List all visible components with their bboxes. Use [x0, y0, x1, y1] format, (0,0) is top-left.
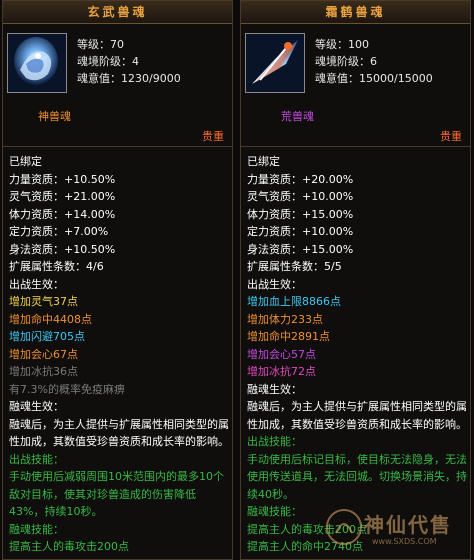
watermark-url: www.SXDS.COM — [372, 537, 437, 546]
attribute-line: 扩展属性条数：5/5 — [247, 260, 342, 273]
attribute-line: 融魂后，为主人提供与扩展属性相同类型的属性加成，其数值受珍兽资质和成长率的影响。 — [247, 400, 467, 431]
attribute-line: 力量资质：+10.50% — [9, 172, 116, 186]
item-realm: 魂境阶级：4 — [77, 55, 139, 68]
attribute-line: 身法资质：+10.50% — [9, 242, 116, 256]
item-soul-value: 魂意值：1230/9000 — [77, 72, 181, 85]
attribute-line: 增加会心57点 — [247, 347, 316, 361]
attribute-line: 增加会心67点 — [9, 347, 78, 361]
attribute-line: 增加命中4408点 — [9, 312, 92, 326]
item-title: 玄武兽魂 — [3, 1, 232, 24]
attribute-line: 出战生效： — [247, 277, 302, 291]
attribute-line: 手动使用后标记目标，使目标无法隐身，无法使用传送道具，无法回城。切换场景消失，持… — [247, 452, 467, 501]
attribute-line: 已绑定 — [247, 155, 280, 168]
attribute-line: 手动使用后减弱周围10米范围内的最多10个敌对目标，使其对珍兽造成的伤害降低43… — [9, 470, 224, 518]
attribute-line: 增加冰抗72点 — [247, 365, 316, 378]
attribute-list: 已绑定力量资质：+10.50% 灵气资质：+21.00% 体力资质：+14.00% 定… — [9, 153, 230, 556]
attribute-line: 定力资质：+10.00% — [247, 225, 354, 238]
item-type: 神兽魂 — [38, 110, 71, 123]
attribute-line: 融魂生效： — [247, 382, 302, 396]
attribute-line: 增加血上限8866点 — [247, 295, 341, 308]
attribute-line: 融魂后，为主人提供与扩展属性相同类型的属性加成，其数值受珍兽资质和成长率的影响。 — [9, 417, 229, 449]
right-tooltip-panel: 霜鹤兽魂 等级：100 魂境阶级：6 魂意值：15000/15000 荒兽魂 贵… — [240, 0, 471, 560]
attribute-line: 灵气资质：+10.00% — [247, 190, 354, 203]
attribute-line: 灵气资质：+21.00% — [9, 190, 116, 203]
attribute-line: 定力资质：+7.00% — [9, 225, 109, 238]
attribute-list: 已绑定力量资质：+20.00% 灵气资质：+10.00% 体力资质：+15.00% 定… — [247, 153, 468, 556]
left-tooltip-panel: 玄武兽魂 等级：70 魂境阶级：4 魂意值：1230/9000 神兽魂 贵重 已… — [2, 0, 233, 560]
divider — [241, 146, 470, 147]
item-title: 霜鹤兽魂 — [241, 1, 470, 24]
attribute-line: 增加闪避705点 — [9, 330, 85, 343]
item-type: 荒兽魂 — [281, 110, 314, 123]
item-level: 等级：100 — [315, 38, 369, 51]
attribute-line: 体力资质：+14.00% — [9, 207, 116, 221]
divider — [3, 146, 232, 147]
attribute-line: 融魂技能： — [9, 522, 64, 536]
blue-soul-icon — [8, 34, 66, 92]
item-icon — [7, 33, 67, 93]
item-icon — [245, 33, 305, 93]
watermark-logo-icon — [326, 509, 362, 545]
attribute-line: 有7.3%的概率免疫麻痹 — [9, 382, 125, 396]
attribute-line: 身法资质：+15.00% — [247, 242, 354, 256]
item-rarity: 贵重 — [440, 130, 462, 143]
watermark: 神仙代售 www.SXDS.COM — [324, 507, 464, 551]
crane-soul-icon — [246, 34, 304, 92]
attribute-line: 增加体力233点 — [247, 312, 323, 326]
attribute-line: 扩展属性条数：4/6 — [9, 260, 104, 273]
attribute-line: 增加命中2891点 — [247, 330, 330, 343]
item-level: 等级：70 — [77, 38, 124, 51]
attribute-line: 提高主人的毒攻击200点 — [9, 540, 129, 553]
watermark-text: 神仙代售 — [364, 513, 452, 537]
attribute-line: 已绑定 — [9, 155, 42, 168]
attribute-line: 增加冰抗36点 — [9, 365, 78, 378]
attribute-line: 融魂生效： — [9, 400, 64, 413]
item-realm: 魂境阶级：6 — [315, 55, 377, 68]
attribute-line: 出战技能： — [247, 435, 302, 448]
attribute-line: 出战技能： — [9, 452, 64, 466]
item-rarity: 贵重 — [202, 130, 224, 143]
attribute-line: 力量资质：+20.00% — [247, 172, 354, 186]
attribute-line: 体力资质：+15.00% — [247, 207, 354, 221]
attribute-line: 出战生效： — [9, 277, 64, 291]
attribute-line: 增加灵气37点 — [9, 295, 78, 308]
item-soul-value: 魂意值：15000/15000 — [315, 72, 433, 85]
